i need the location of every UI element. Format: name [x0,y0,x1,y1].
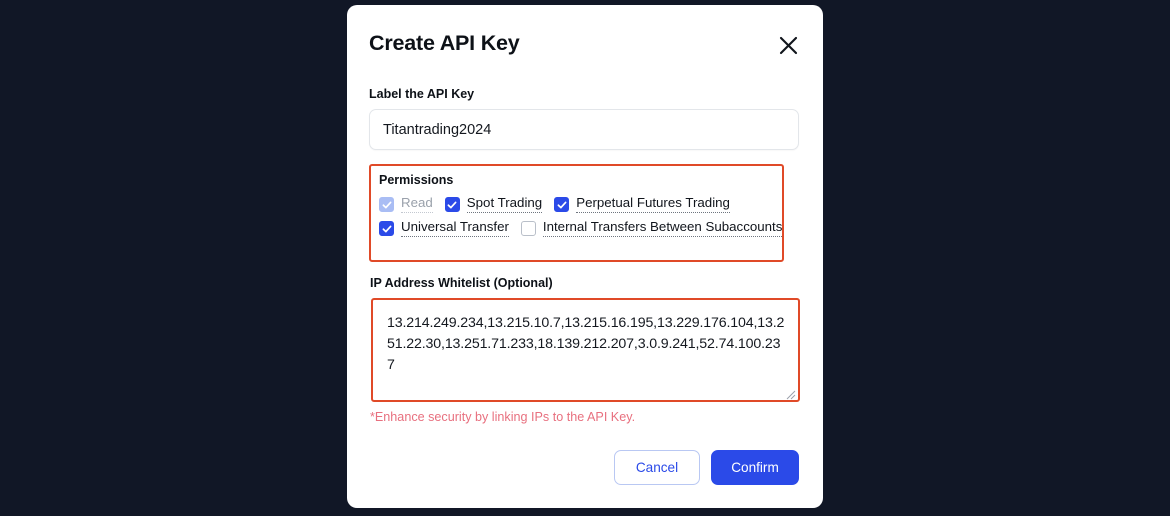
permission-label: Perpetual Futures Trading [576,196,730,213]
api-key-label-input[interactable] [369,109,799,150]
checkbox-checked-disabled-icon[interactable] [379,197,394,212]
page-title: Create API Key [369,31,520,55]
permissions-row-2: Universal Transfer Internal Transfers Be… [377,220,783,237]
permission-label: Read [401,196,433,213]
permission-label: Internal Transfers Between Subaccounts [542,220,783,237]
close-icon[interactable] [776,33,800,57]
permissions-title: Permissions [379,173,454,187]
ip-whitelist-label: IP Address Whitelist (Optional) [370,276,553,290]
ip-whitelist-field-wrapper [371,298,800,402]
permission-label: Spot Trading [466,196,543,213]
label-field-label: Label the API Key [369,87,475,101]
permission-internal-transfers-between-subaccounts[interactable]: Internal Transfers Between Subaccounts [520,220,783,237]
permissions-section: Permissions Read Spot Trading Perpetual … [369,164,784,262]
permissions-row-1: Read Spot Trading Perpetual Futures Trad… [377,196,774,213]
ip-whitelist-helper-text: *Enhance security by linking IPs to the … [370,410,636,424]
cancel-button[interactable]: Cancel [614,450,700,485]
checkbox-unchecked-icon[interactable] [520,221,536,236]
confirm-button[interactable]: Confirm [711,450,799,485]
permission-universal-transfer[interactable]: Universal Transfer [379,220,509,237]
checkbox-checked-icon[interactable] [444,197,460,212]
ip-whitelist-textarea[interactable] [373,300,798,400]
permission-label: Universal Transfer [401,220,509,237]
modal-header: Create API Key [369,29,801,69]
checkbox-checked-icon[interactable] [554,197,570,212]
permission-perpetual-futures-trading[interactable]: Perpetual Futures Trading [554,196,730,213]
permission-spot-trading[interactable]: Spot Trading [444,196,543,213]
checkbox-checked-icon[interactable] [379,221,394,236]
modal-footer: Cancel Confirm [369,450,799,485]
permission-read[interactable]: Read [379,196,433,213]
